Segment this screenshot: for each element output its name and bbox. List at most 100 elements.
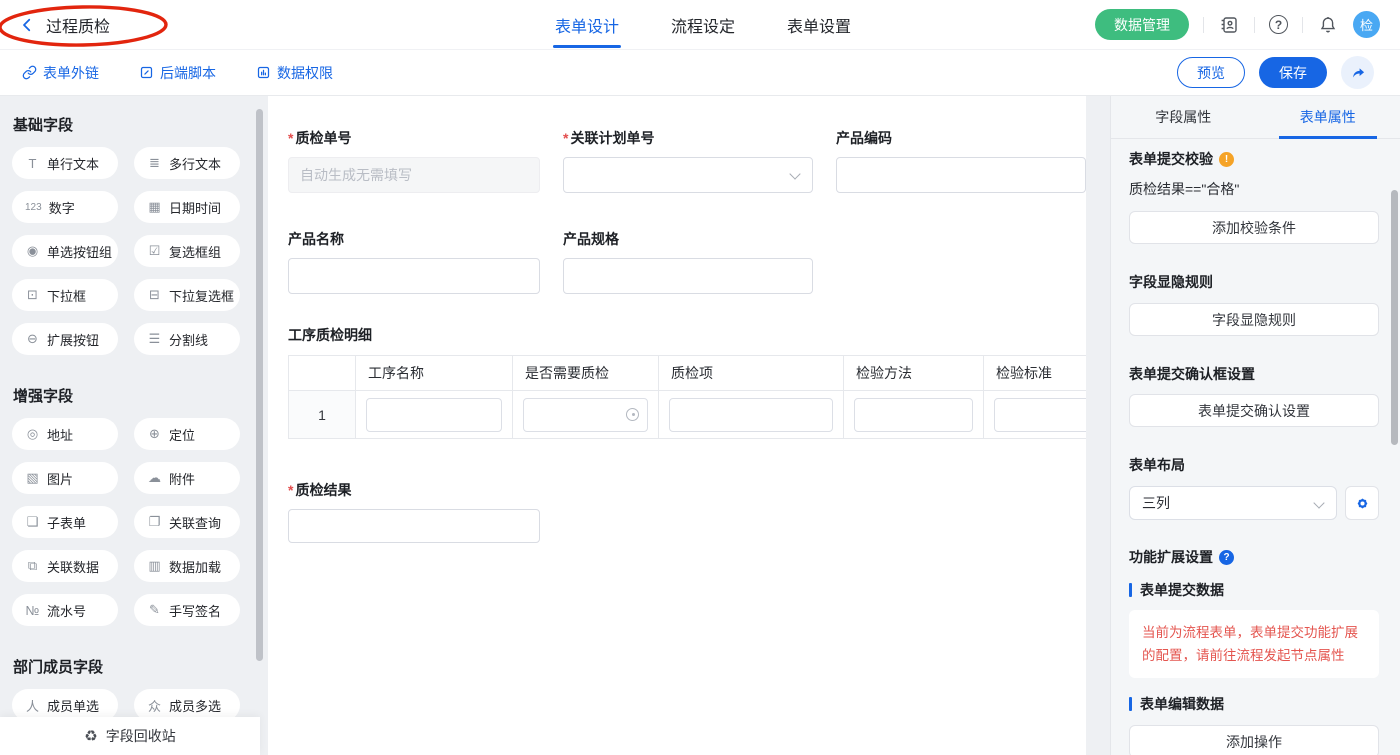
pill-label: 单选按钮组: [47, 242, 112, 261]
pill-label: 扩展按钮: [47, 330, 99, 349]
sidebar-scrollbar[interactable]: [256, 109, 263, 661]
panel-scrollbar[interactable]: [1391, 190, 1398, 445]
extend-button-icon: ⊖: [25, 331, 40, 347]
help-icon[interactable]: [1269, 15, 1288, 34]
pill-label: 复选框组: [169, 242, 221, 261]
field-recycle-bin[interactable]: ♻ 字段回收站: [0, 717, 260, 755]
field-product-name[interactable]: 产品名称: [288, 229, 540, 294]
sidebar-item-radio-group[interactable]: ◉ 单选按钮组: [12, 235, 118, 267]
data-manage-button[interactable]: 数据管理: [1095, 9, 1189, 40]
header-left: 过程质检: [0, 13, 330, 37]
submit-confirm-button[interactable]: 表单提交确认设置: [1129, 394, 1379, 427]
field-qc-result[interactable]: 质检结果: [288, 480, 540, 543]
field-label: 产品编码: [836, 128, 1086, 148]
tab-field-props[interactable]: 字段属性: [1111, 96, 1256, 138]
process-name-input[interactable]: [366, 398, 502, 432]
bell-icon[interactable]: [1317, 14, 1339, 36]
tab-flow-setting[interactable]: 流程设定: [669, 0, 737, 50]
plan-no-select[interactable]: [563, 157, 813, 193]
pill-label: 下拉复选框: [169, 286, 234, 305]
address-pin-icon: ◎: [25, 426, 40, 442]
sidebar-item-attachment[interactable]: ☁附件: [134, 462, 240, 494]
data-permission-link[interactable]: 数据权限: [256, 63, 333, 83]
sidebar-item-datetime[interactable]: ▦日期时间: [134, 191, 240, 223]
check-method-input[interactable]: [854, 398, 973, 432]
save-button[interactable]: 保存: [1259, 57, 1327, 88]
qc-result-input[interactable]: [288, 509, 540, 543]
field-plan-no[interactable]: 关联计划单号: [563, 128, 813, 193]
sidebar-item-address[interactable]: ◎地址: [12, 418, 118, 450]
submit-validation-title: 表单提交校验: [1129, 149, 1379, 169]
form-external-link[interactable]: 表单外链: [22, 63, 99, 83]
layout-settings-button[interactable]: [1345, 486, 1379, 520]
form-canvas[interactable]: 质检单号 关联计划单号 产品编码 产品名称 产品规格 工序质检明细 工序名称: [268, 96, 1086, 755]
sidebar-item-divider-line[interactable]: ☰分割线: [134, 323, 240, 355]
tab-form-props[interactable]: 表单属性: [1256, 96, 1400, 138]
basic-field-grid: T单行文本 ≣多行文本 123数字 ▦日期时间 ◉ 单选按钮组 ☑ 复选框组 ⊡下拉…: [0, 135, 267, 355]
radio-icon[interactable]: [626, 408, 639, 421]
pill-label: 定位: [169, 425, 195, 444]
sidebar-item-dropdown[interactable]: ⊡下拉框: [12, 279, 118, 311]
section-title-member: 部门成员字段: [0, 656, 267, 677]
pill-label: 分割线: [169, 330, 208, 349]
panel-body: 表单提交校验 质检结果=="合格" 添加校验条件 字段显隐规则 字段显隐规则 表…: [1111, 149, 1400, 755]
serial-number-icon: №: [25, 603, 40, 618]
tab-form-design[interactable]: 表单设计: [553, 0, 621, 50]
chevron-down-icon: [789, 168, 800, 179]
field-product-code[interactable]: 产品编码: [836, 128, 1086, 193]
layout-select[interactable]: 三列: [1129, 486, 1337, 520]
form-toolbar: 表单外链 后端脚本 数据权限 预览 保存: [0, 50, 1400, 96]
add-operation-button[interactable]: 添加操作: [1129, 725, 1379, 755]
submit-data-section-title: 表单提交数据: [1129, 580, 1379, 600]
table-row: 1: [289, 391, 1087, 439]
sidebar-item-number[interactable]: 123数字: [12, 191, 118, 223]
sidebar-item-checkbox-group[interactable]: ☑ 复选框组: [134, 235, 240, 267]
product-name-input[interactable]: [288, 258, 540, 294]
product-code-input[interactable]: [836, 157, 1086, 193]
pill-label: 数据加载: [169, 557, 221, 576]
qc-item-input[interactable]: [669, 398, 833, 432]
tab-form-setting[interactable]: 表单设置: [785, 0, 853, 50]
row-index-cell: 1: [289, 391, 356, 439]
sidebar-item-multi-dropdown[interactable]: ⊟ 下拉复选框: [134, 279, 240, 311]
linked-data-icon: ⧉: [25, 558, 40, 574]
pill-label: 关联查询: [169, 513, 221, 532]
sidebar-item-single-line-text[interactable]: T单行文本: [12, 147, 118, 179]
avatar[interactable]: 检: [1353, 11, 1380, 38]
subform-icon: ❏: [25, 514, 40, 530]
field-product-spec[interactable]: 产品规格: [563, 229, 813, 294]
help-circle-icon[interactable]: [1219, 550, 1234, 565]
qc-no-input[interactable]: [288, 157, 540, 193]
sidebar-item-data-load[interactable]: ▥数据加载: [134, 550, 240, 582]
sidebar-item-image[interactable]: ▧图片: [12, 462, 118, 494]
col-process-name: 工序名称: [356, 356, 513, 391]
sidebar-item-serial-number[interactable]: №流水号: [12, 594, 118, 626]
process-qc-table: 工序名称 是否需要质检 质检项 检验方法 检验标准 1: [288, 355, 1086, 439]
sidebar-item-linked-query[interactable]: ❐关联查询: [134, 506, 240, 538]
sidebar-item-subform[interactable]: ❏子表单: [12, 506, 118, 538]
title-text: 表单提交校验: [1129, 149, 1213, 169]
field-qc-no[interactable]: 质检单号: [288, 128, 540, 193]
product-spec-input[interactable]: [563, 258, 813, 294]
checkbox-icon: ☑: [147, 243, 162, 259]
subtable-title: 工序质检明细: [288, 325, 1086, 345]
pill-label: 日期时间: [169, 198, 221, 217]
check-standard-input[interactable]: [994, 398, 1086, 432]
sidebar-item-extend-button[interactable]: ⊖ 扩展按钮: [12, 323, 118, 355]
contacts-icon[interactable]: [1218, 14, 1240, 36]
share-button[interactable]: [1341, 56, 1374, 89]
sidebar-item-linked-data[interactable]: ⧉ 关联数据: [12, 550, 118, 582]
field-visibility-button[interactable]: 字段显隐规则: [1129, 303, 1379, 336]
radio-icon: ◉: [25, 243, 40, 259]
back-button[interactable]: [18, 16, 36, 34]
sidebar-item-signature[interactable]: ✎手写签名: [134, 594, 240, 626]
sidebar-item-multi-line-text[interactable]: ≣多行文本: [134, 147, 240, 179]
pill-label: 关联数据: [47, 557, 99, 576]
add-validation-button[interactable]: 添加校验条件: [1129, 211, 1379, 244]
multi-dropdown-icon: ⊟: [147, 287, 162, 303]
preview-button[interactable]: 预览: [1177, 57, 1245, 88]
sidebar-item-location[interactable]: ⊕定位: [134, 418, 240, 450]
backend-script-link[interactable]: 后端脚本: [139, 63, 216, 83]
chevron-down-icon: [1313, 497, 1324, 508]
section-title-basic: 基础字段: [0, 114, 267, 135]
